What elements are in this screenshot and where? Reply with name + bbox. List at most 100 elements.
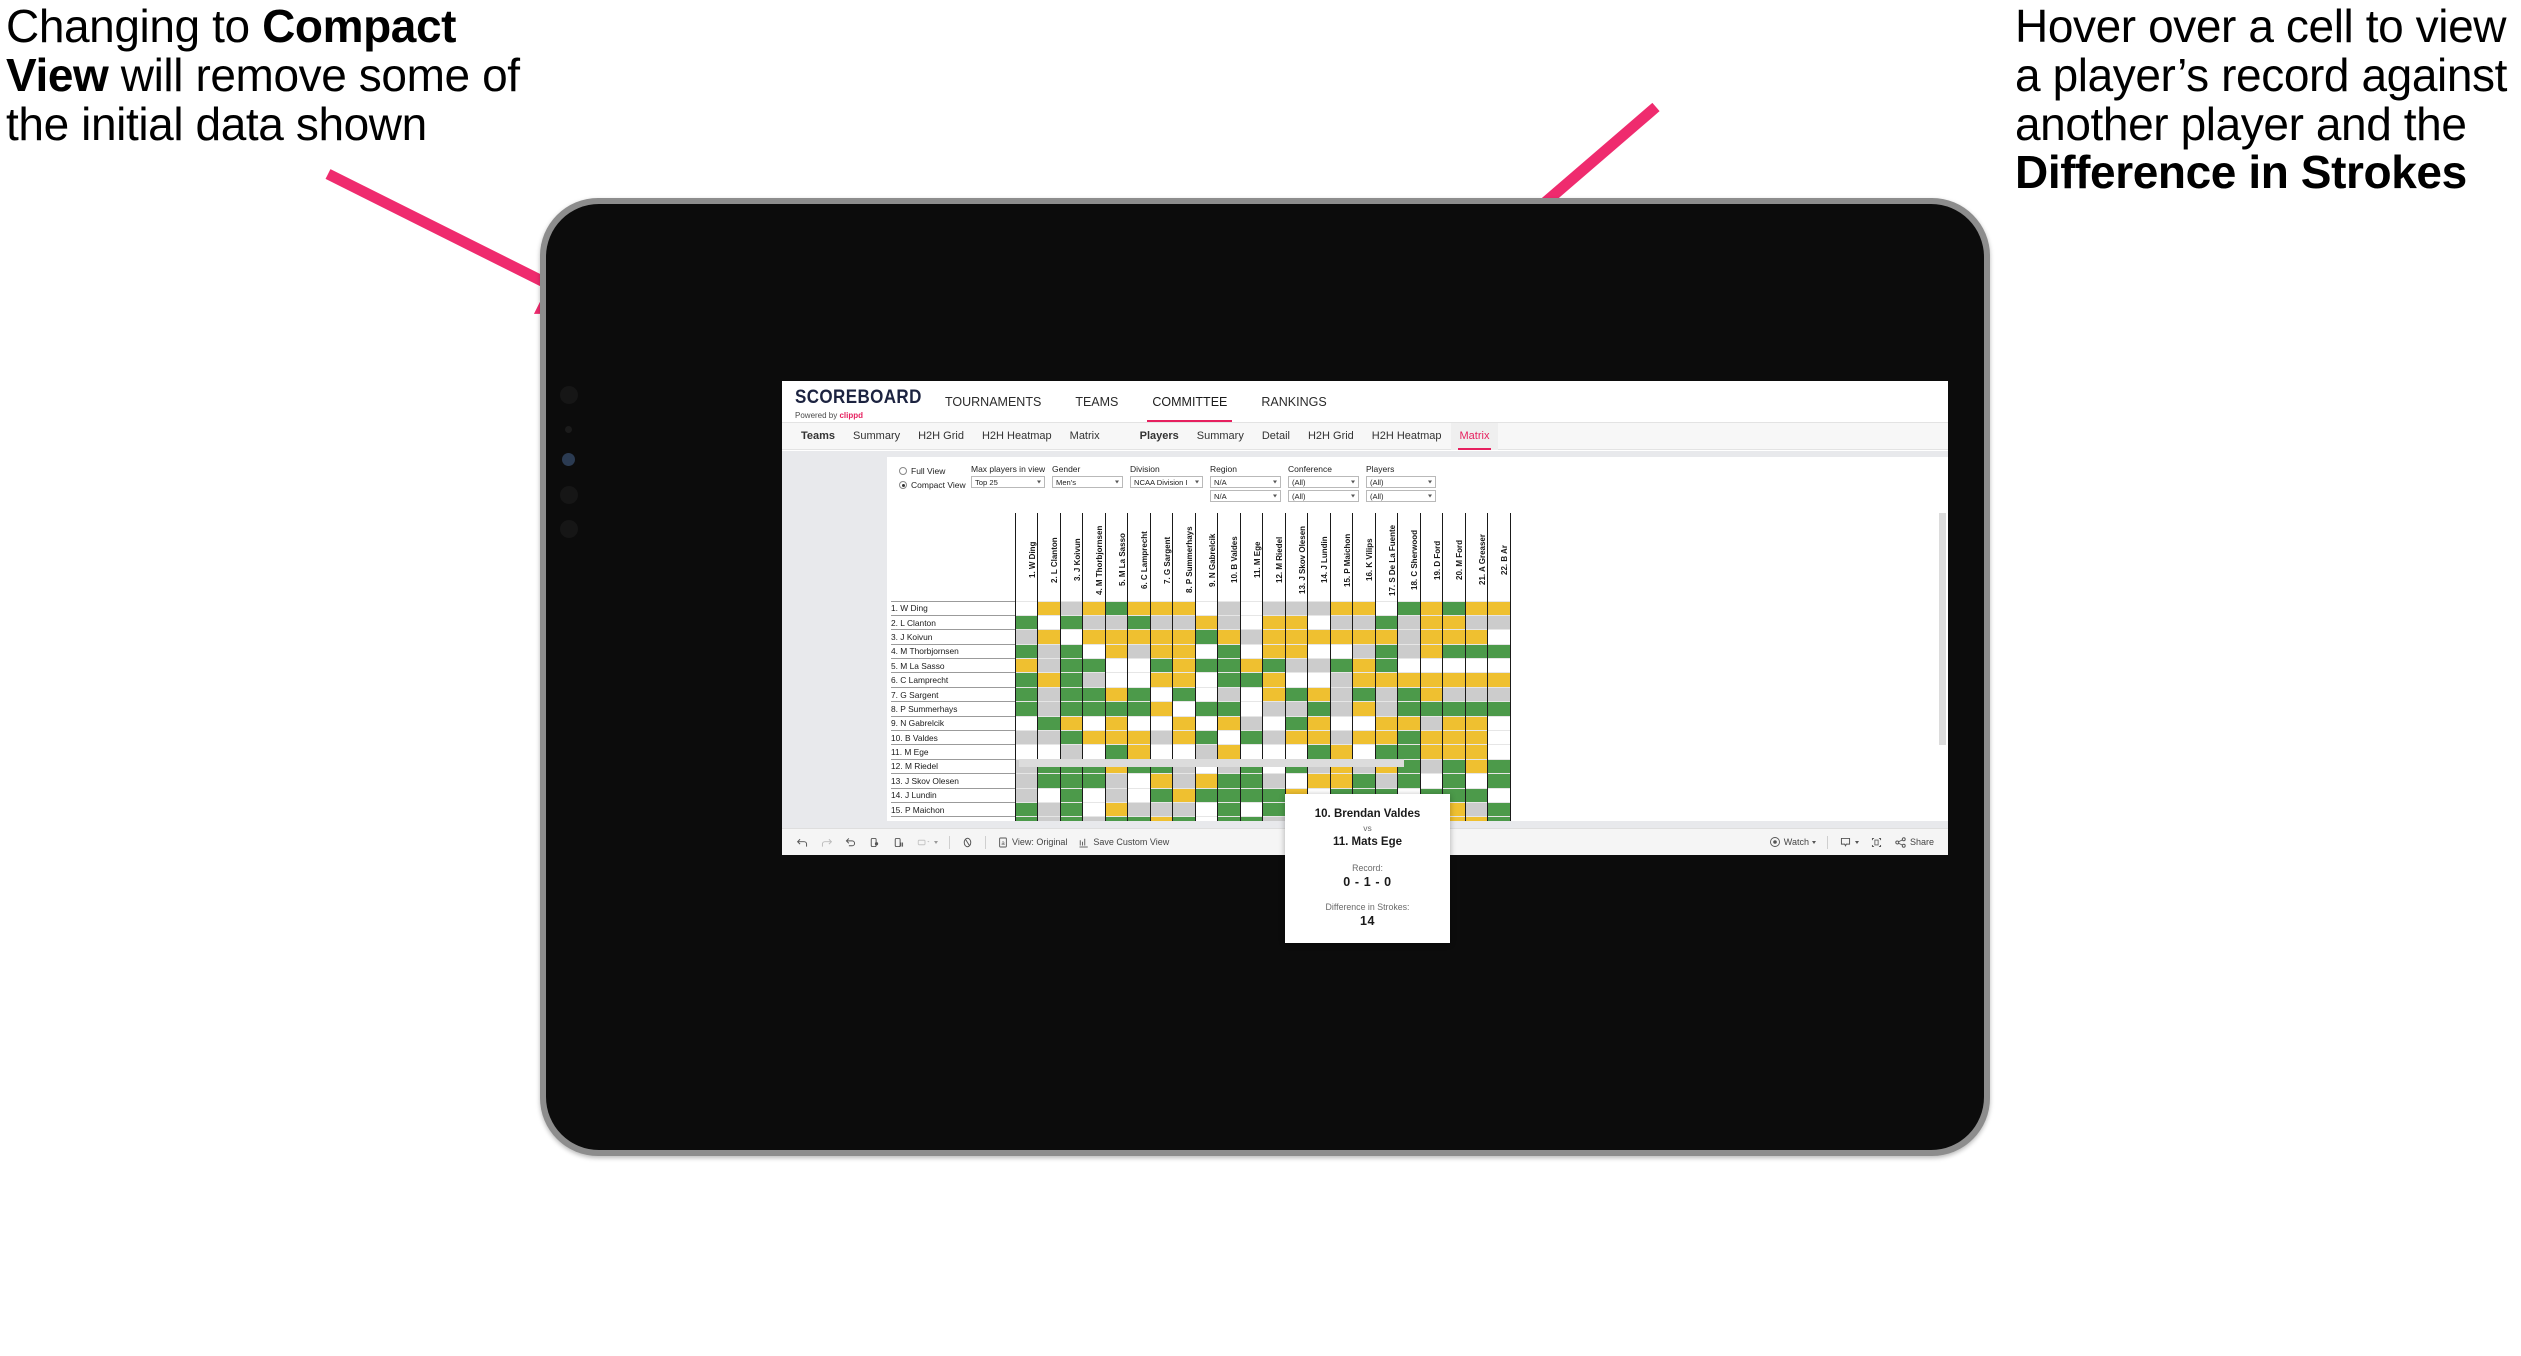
matrix-cell[interactable] [1104, 730, 1128, 745]
matrix-cell[interactable] [1127, 816, 1151, 821]
matrix-cell[interactable] [1014, 672, 1038, 688]
subnav-item-players-h2h-heatmap[interactable]: H2H Heatmap [1363, 423, 1451, 450]
matrix-cell[interactable] [1397, 600, 1421, 616]
matrix-cell[interactable] [1082, 787, 1106, 803]
matrix-cell[interactable] [1082, 629, 1106, 645]
matrix-cell[interactable] [1217, 614, 1241, 630]
matrix-cell[interactable] [1104, 600, 1128, 616]
matrix-row-label[interactable]: 9. N Gabrelcik [891, 715, 1015, 731]
matrix-cell[interactable] [1487, 629, 1511, 645]
matrix-column-header[interactable]: 12. M Riedel [1262, 513, 1286, 601]
h2h-matrix-table[interactable]: 1. W Ding 2. L Clanton 3. J Koivun 4. M Tho… [891, 513, 1511, 821]
matrix-row[interactable]: 3. J Koivun [891, 629, 1511, 645]
matrix-column-header[interactable]: 7. G Sargent [1149, 513, 1173, 601]
matrix-cell[interactable] [1352, 701, 1376, 717]
matrix-cell[interactable] [1284, 701, 1308, 717]
matrix-cell[interactable] [1082, 600, 1106, 616]
matrix-cell[interactable] [1419, 715, 1443, 731]
matrix-cell[interactable] [1194, 816, 1218, 821]
matrix-cell[interactable] [1442, 715, 1466, 731]
matrix-cell[interactable] [1037, 744, 1061, 760]
matrix-cell[interactable] [1442, 658, 1466, 673]
matrix-cell[interactable] [1442, 744, 1466, 760]
matrix-cell[interactable] [1104, 658, 1128, 673]
matrix-cell[interactable] [1037, 816, 1061, 821]
matrix-cell[interactable] [1419, 643, 1443, 659]
matrix-cell[interactable] [1262, 773, 1286, 789]
matrix-cell[interactable] [1239, 672, 1263, 688]
matrix-cell[interactable] [1487, 744, 1511, 760]
matrix-cell[interactable] [1397, 672, 1421, 688]
matrix-cell[interactable] [1464, 643, 1488, 659]
matrix-cell[interactable] [1329, 744, 1353, 760]
select-conference-1[interactable]: (All) [1288, 476, 1359, 488]
matrix-cell[interactable] [1172, 744, 1196, 760]
matrix-cell[interactable] [1464, 744, 1488, 760]
matrix-cell[interactable] [1059, 801, 1083, 817]
matrix-cell[interactable] [1419, 758, 1443, 774]
matrix-cell[interactable] [1217, 744, 1241, 760]
matrix-row-label[interactable]: 7. G Sargent [891, 686, 1015, 702]
matrix-cell[interactable] [1464, 629, 1488, 645]
matrix-cell[interactable] [1262, 686, 1286, 702]
undo-button[interactable] [796, 836, 809, 849]
matrix-cell[interactable] [1172, 715, 1196, 731]
matrix-cell[interactable] [1127, 730, 1151, 745]
matrix-cell[interactable] [1442, 600, 1466, 616]
matrix-cell[interactable] [1217, 672, 1241, 688]
matrix-cell[interactable] [1307, 715, 1331, 731]
matrix-cell[interactable] [1172, 730, 1196, 745]
matrix-row-label[interactable]: 3. J Koivun [891, 629, 1015, 645]
matrix-cell[interactable] [1487, 773, 1511, 789]
matrix-cell[interactable] [1262, 744, 1286, 760]
matrix-cell[interactable] [1082, 672, 1106, 688]
matrix-cell[interactable] [1419, 701, 1443, 717]
matrix-cell[interactable] [1194, 715, 1218, 731]
matrix-column-header[interactable]: 8. P Summerhays [1172, 513, 1196, 601]
matrix-cell[interactable] [1464, 686, 1488, 702]
matrix-cell[interactable] [1374, 672, 1398, 688]
matrix-cell[interactable] [1262, 658, 1286, 673]
matrix-cell[interactable] [1127, 658, 1151, 673]
matrix-cell[interactable] [1082, 686, 1106, 702]
matrix-cell[interactable] [1082, 773, 1106, 789]
matrix-cell[interactable] [1104, 773, 1128, 789]
matrix-cell[interactable] [1014, 600, 1038, 616]
matrix-body[interactable]: 1. W Ding 2. L Clanton 3. J Koivun 4. M Tho… [891, 600, 1511, 821]
matrix-row-label[interactable]: 5. M La Sasso [891, 658, 1015, 673]
matrix-cell[interactable] [1329, 629, 1353, 645]
matrix-cell[interactable] [1307, 744, 1331, 760]
matrix-cell[interactable] [1127, 672, 1151, 688]
matrix-cell[interactable] [1329, 643, 1353, 659]
matrix-cell[interactable] [1284, 686, 1308, 702]
matrix-cell[interactable] [1037, 701, 1061, 717]
matrix-column-header[interactable]: 3. J Koivun [1059, 513, 1083, 601]
matrix-row[interactable]: 10. B Valdes [891, 730, 1511, 745]
matrix-cell[interactable] [1374, 701, 1398, 717]
matrix-row-label[interactable]: 2. L Clanton [891, 614, 1015, 630]
matrix-cell[interactable] [1352, 715, 1376, 731]
matrix-cell[interactable] [1284, 658, 1308, 673]
matrix-cell[interactable] [1217, 773, 1241, 789]
matrix-cell[interactable] [1487, 816, 1511, 821]
matrix-cell[interactable] [1397, 658, 1421, 673]
matrix-cell[interactable] [1149, 730, 1173, 745]
matrix-cell[interactable] [1262, 614, 1286, 630]
matrix-cell[interactable] [1217, 730, 1241, 745]
matrix-cell[interactable] [1059, 686, 1083, 702]
matrix-cell[interactable] [1262, 816, 1286, 821]
matrix-cell[interactable] [1307, 701, 1331, 717]
subnav-item-players-detail[interactable]: Detail [1253, 423, 1299, 450]
matrix-cell[interactable] [1374, 629, 1398, 645]
matrix-cell[interactable] [1217, 701, 1241, 717]
matrix-cell[interactable] [1037, 801, 1061, 817]
matrix-cell[interactable] [1037, 658, 1061, 673]
matrix-cell[interactable] [1104, 643, 1128, 659]
subnav-item-players-summary[interactable]: Summary [1188, 423, 1253, 450]
matrix-cell[interactable] [1082, 816, 1106, 821]
matrix-cell[interactable] [1082, 715, 1106, 731]
matrix-cell[interactable] [1352, 686, 1376, 702]
subnav-item-teams-h2h-grid[interactable]: H2H Grid [909, 423, 973, 450]
matrix-cell[interactable] [1149, 672, 1173, 688]
matrix-cell[interactable] [1284, 730, 1308, 745]
